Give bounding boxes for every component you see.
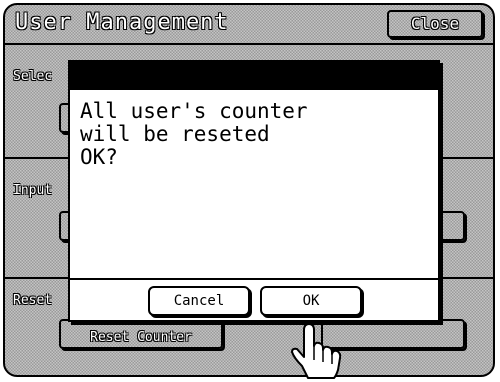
cancel-button[interactable]: Cancel: [148, 286, 250, 316]
dialog-footer: Cancel OK: [70, 278, 438, 320]
select-section-label: Selec: [13, 69, 53, 84]
dialog-message-line-2: will be reseted: [80, 122, 270, 146]
dialog-message-line-3: OK?: [80, 145, 118, 169]
input-section-label: Input: [13, 183, 53, 198]
reset-section-label: Reset: [13, 293, 53, 308]
dialog-message: All user's counter will be reseted OK?: [80, 100, 308, 169]
title-bar: User Management Close: [5, 5, 493, 45]
hand-pointer-icon: [291, 323, 342, 379]
dialog-message-line-1: All user's counter: [80, 99, 308, 123]
dialog-header: [70, 62, 438, 90]
confirm-dialog: All user's counter will be reseted OK? C…: [68, 60, 440, 322]
window-title: User Management: [15, 10, 229, 35]
ok-button[interactable]: OK: [260, 286, 362, 316]
close-button[interactable]: Close: [387, 10, 483, 38]
reset-counter-button[interactable]: Reset Counter: [59, 319, 223, 349]
